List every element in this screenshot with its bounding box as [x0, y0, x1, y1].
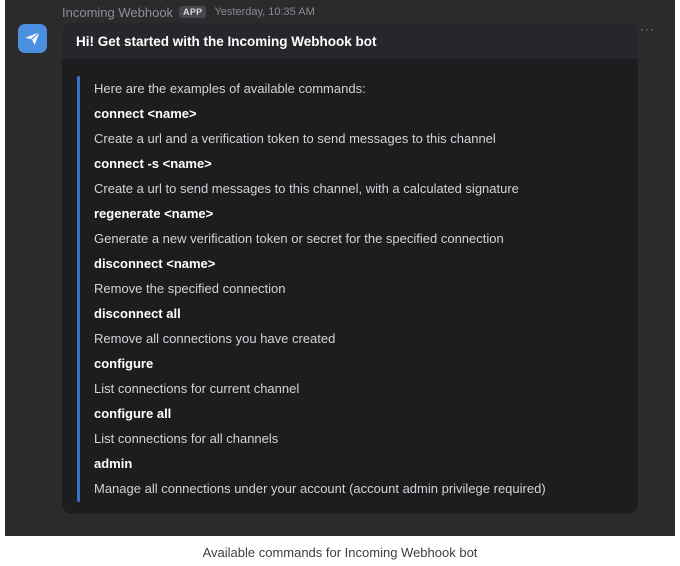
chat-window: Incoming Webhook APP Yesterday, 10:35 AM… — [5, 0, 675, 536]
command-description: Remove all connections you have created — [94, 331, 336, 346]
image-caption: Available commands for Incoming Webhook … — [202, 545, 478, 560]
message-timestamp: Yesterday, 10:35 AM — [214, 6, 315, 18]
command-description: Generate a new verification token or sec… — [94, 231, 504, 246]
more-horizontal-icon[interactable]: ··· — [640, 23, 655, 35]
command-list: Here are the examples of available comma… — [94, 76, 638, 501]
command-name: connect <name> — [94, 106, 197, 121]
message-card: Hi! Get started with the Incoming Webhoo… — [62, 23, 638, 514]
command-name: admin — [94, 456, 133, 471]
command-description: Manage all connections under your accoun… — [94, 481, 546, 496]
command-description: List connections for all channels — [94, 431, 279, 446]
command-name: regenerate <name> — [94, 206, 214, 221]
command-name: connect -s <name> — [94, 156, 212, 171]
app-badge: APP — [179, 6, 207, 18]
accent-bar — [77, 76, 80, 502]
command-name: configure — [94, 356, 154, 371]
command-name: configure all — [94, 406, 172, 421]
message-header: Incoming Webhook APP Yesterday, 10:35 AM — [62, 3, 315, 21]
command-name: disconnect all — [94, 306, 181, 321]
command-description: List connections for current channel — [94, 381, 300, 396]
intro-text: Here are the examples of available comma… — [94, 81, 366, 96]
card-body: Here are the examples of available comma… — [62, 59, 638, 502]
command-description: Remove the specified connection — [94, 281, 286, 296]
command-description: Create a url to send messages to this ch… — [94, 181, 519, 196]
paper-plane-icon — [25, 31, 40, 45]
card-header: Hi! Get started with the Incoming Webhoo… — [62, 23, 638, 59]
card-title: Hi! Get started with the Incoming Webhoo… — [76, 33, 377, 49]
command-description: Create a url and a verification token to… — [94, 131, 496, 146]
sender-name[interactable]: Incoming Webhook — [62, 5, 173, 20]
bot-avatar[interactable] — [18, 24, 47, 53]
command-name: disconnect <name> — [94, 256, 216, 271]
